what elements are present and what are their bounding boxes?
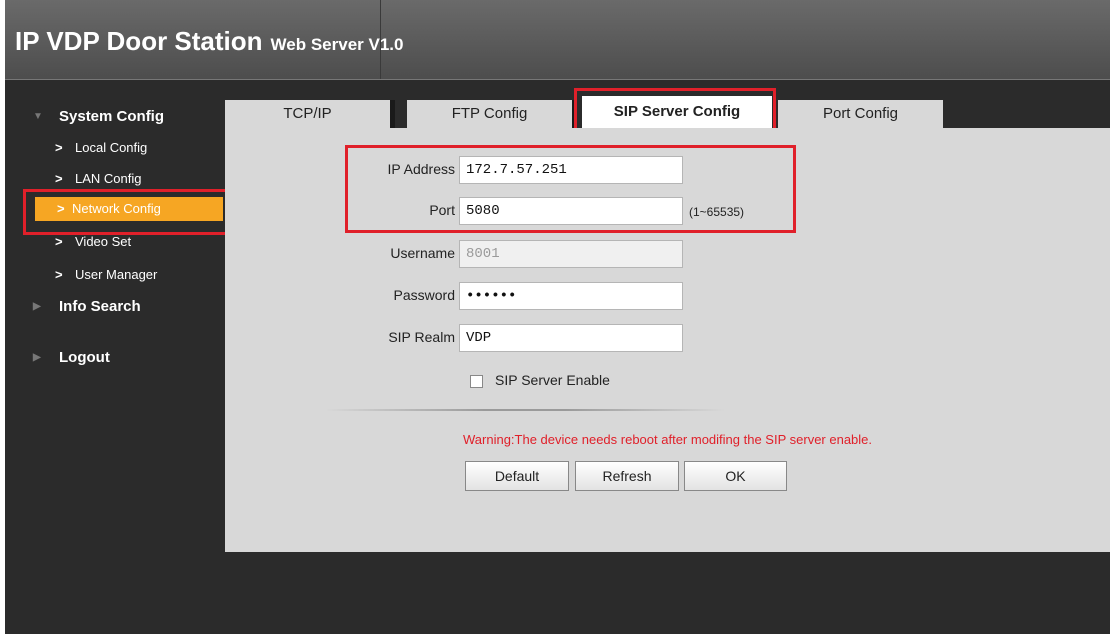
sip-realm-input[interactable]: VDP [459, 324, 683, 352]
divider [325, 409, 725, 411]
section-label: Logout [59, 349, 110, 366]
header-separator [380, 0, 381, 79]
section-label: System Config [59, 108, 165, 125]
section-label: Info Search [59, 298, 141, 315]
triangle-right-icon: ▶ [33, 301, 41, 312]
app-title: IP VDP Door Station Web Server V1.0 [15, 26, 403, 57]
password-row: Password •••••• [225, 282, 1110, 310]
ok-button[interactable]: OK [684, 461, 787, 491]
triangle-down-icon: ▼ [33, 111, 43, 122]
tab-ftp-config[interactable]: FTP Config [407, 100, 577, 128]
sidebar: ▼ System Config > Local Config > LAN Con… [5, 80, 225, 634]
sidebar-item-label: User Manager [75, 267, 158, 282]
checkbox-box[interactable] [470, 374, 483, 388]
subtitle-text: Web Server V1.0 [270, 35, 404, 54]
sip-realm-row: SIP Realm VDP [225, 324, 1110, 352]
sip-server-enable-checkbox[interactable]: SIP Server Enable [470, 372, 610, 388]
checkbox-label: SIP Server Enable [495, 372, 610, 388]
highlight-ip-port [345, 145, 796, 233]
refresh-button[interactable]: Refresh [575, 461, 679, 491]
chevron-right-icon: > [55, 171, 63, 186]
sip-realm-label: SIP Realm [388, 329, 455, 345]
tab-tcp-ip[interactable]: TCP/IP [225, 100, 395, 128]
sidebar-item-user-manager[interactable]: > User Manager [5, 263, 225, 287]
sidebar-section-logout[interactable]: ▶ Logout [33, 349, 110, 366]
header-bar: IP VDP Door Station Web Server V1.0 [5, 0, 1110, 80]
warning-text: Warning:The device needs reboot after mo… [463, 432, 873, 447]
username-input: 8001 [459, 240, 683, 268]
username-row: Username 8001 [225, 240, 1110, 268]
default-button[interactable]: Default [465, 461, 569, 491]
title-text: IP VDP Door Station [15, 26, 263, 56]
chevron-right-icon: > [55, 267, 63, 282]
tab-port-config[interactable]: Port Config [778, 100, 943, 128]
app-window: IP VDP Door Station Web Server V1.0 ▼ Sys… [5, 0, 1110, 634]
sidebar-item-label: LAN Config [75, 171, 142, 186]
chevron-right-icon: > [55, 140, 63, 155]
triangle-right-icon: ▶ [33, 352, 41, 363]
sidebar-section-system-config[interactable]: ▼ System Config [33, 108, 165, 125]
highlight-network-config [23, 189, 229, 235]
password-input[interactable]: •••••• [459, 282, 683, 310]
username-label: Username [390, 245, 455, 261]
sidebar-item-local-config[interactable]: > Local Config [5, 136, 225, 160]
sidebar-item-lan-config[interactable]: > LAN Config [5, 167, 225, 191]
sidebar-section-info-search[interactable]: ▶ Info Search [33, 298, 141, 315]
password-label: Password [393, 287, 455, 303]
sidebar-item-label: Local Config [75, 140, 148, 155]
